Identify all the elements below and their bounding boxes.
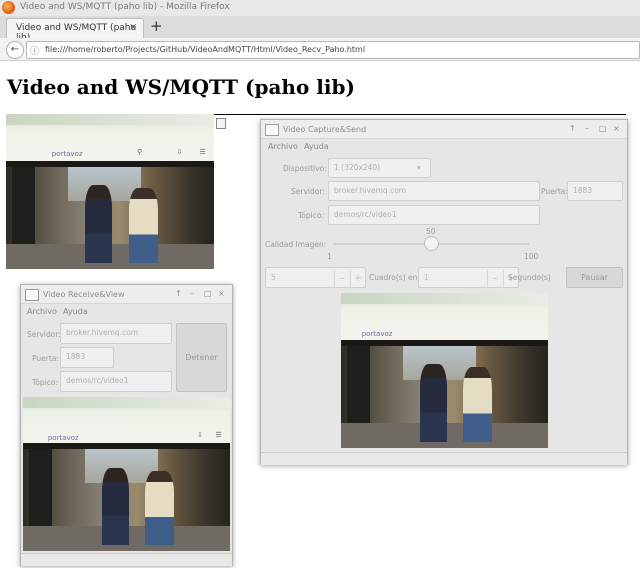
video-person-left (85, 185, 113, 263)
port-input[interactable]: 1883 (567, 181, 623, 201)
quality-min: 1 (327, 252, 332, 261)
page-video-image: portavoz ⚲ ⇩ ☰ (6, 114, 214, 269)
page-title: Video and WS/MQTT (paho lib) (7, 75, 355, 99)
video-caption: portavoz (361, 330, 393, 339)
menu-archivo[interactable]: Archivo (27, 307, 57, 316)
quality-max: 100 (524, 252, 539, 261)
video-person-right (145, 470, 175, 545)
frames-stepper[interactable]: 5 – + (265, 267, 366, 288)
url-text[interactable]: file:///home/roberto/Projects/GitHub/Vid… (45, 45, 365, 54)
menu-ayuda[interactable]: Ayuda (63, 307, 88, 316)
tab-close-icon[interactable]: × (129, 22, 137, 33)
frames-increment-button[interactable]: + (350, 270, 365, 287)
receive-status-bar (21, 553, 232, 566)
video-download-icon: ⇩ (176, 148, 183, 157)
video-browser-bar (341, 293, 548, 304)
minimize-icon[interactable]: – (585, 124, 589, 133)
server-label: Servidor: (27, 330, 61, 339)
video-browser-bar (23, 397, 230, 408)
topic-input[interactable]: demos/rc/video1 (60, 371, 172, 392)
topic-input[interactable]: demos/rc/video1 (328, 205, 540, 225)
site-info-icon[interactable]: ⓘ (30, 44, 39, 57)
maximize-icon[interactable]: □ (204, 289, 212, 298)
firefox-logo-icon (2, 1, 15, 14)
capture-status-bar (261, 452, 627, 465)
keep-above-icon[interactable]: ↑ (175, 289, 182, 298)
seconds-value: 1 (424, 273, 429, 282)
quality-slider-handle[interactable] (423, 236, 439, 251)
window-app-icon (265, 124, 279, 136)
back-button[interactable]: ← (6, 41, 24, 59)
device-select-value: 1 (320x240) (334, 163, 381, 172)
video-caption: portavoz (47, 433, 79, 442)
url-bar[interactable]: ⓘ file:///home/roberto/Projects/GitHub/V… (26, 41, 640, 59)
video-menu-icon: ☰ (199, 148, 206, 157)
capture-window-title: Video Capture&Send (283, 125, 367, 134)
frames-decrement-button[interactable]: – (334, 270, 349, 287)
window-app-icon (25, 289, 39, 301)
frames-value: 5 (271, 273, 276, 282)
server-input[interactable]: broker.hivemq.com (328, 181, 540, 201)
port-label: Puerta: (541, 187, 568, 196)
broken-image-icon (216, 118, 226, 129)
minimize-icon[interactable]: – (190, 289, 194, 298)
video-browser-bar (6, 114, 214, 125)
maximize-icon[interactable]: □ (599, 124, 607, 133)
browser-title-bar: Video and WS/MQTT (paho lib) - Mozilla F… (0, 0, 640, 16)
video-person-left (419, 364, 447, 442)
video-person-right (128, 188, 158, 263)
menu-archivo[interactable]: Archivo (268, 142, 298, 151)
port-label: Puerta: (32, 354, 59, 363)
menu-ayuda[interactable]: Ayuda (304, 142, 329, 151)
close-icon[interactable]: × (218, 289, 225, 298)
window-title: Video and WS/MQTT (paho lib) - Mozilla F… (20, 2, 230, 12)
pause-button[interactable]: Pausar (566, 267, 623, 288)
server-label: Servidor: (291, 187, 325, 196)
video-search-icon: ⚲ (137, 148, 143, 157)
video-download-icon: ⇩ (196, 430, 203, 439)
seconds-stepper[interactable]: 1 – + (418, 267, 519, 288)
stop-button[interactable]: Detener (176, 323, 227, 392)
received-video-view: portavoz ⇩ ☰ (23, 397, 230, 551)
receive-window-titlebar[interactable]: Video Receive&View ↑ – □ × (21, 285, 232, 304)
new-tab-button[interactable]: + (150, 17, 163, 35)
seconds-decrement-button[interactable]: – (487, 270, 502, 287)
receive-window-title: Video Receive&View (43, 290, 125, 299)
port-input[interactable]: 1883 (60, 347, 114, 368)
video-person-right (463, 367, 493, 442)
device-label: Dispositivo: (283, 164, 327, 173)
topic-label: Tópico: (298, 211, 324, 220)
capture-video-preview: portavoz (341, 293, 548, 448)
quality-label: Calidad Imagen: (265, 240, 327, 249)
device-select[interactable]: 1 (320x240) ▾ (328, 158, 431, 178)
video-caption: portavoz (51, 149, 83, 158)
video-person-left (101, 467, 129, 545)
receive-view-window[interactable]: Video Receive&View ↑ – □ × Archivo Ayuda… (20, 284, 233, 566)
capture-window-titlebar[interactable]: Video Capture&Send ↑ – □ × (261, 120, 627, 139)
quality-value: 50 (426, 227, 436, 236)
server-input[interactable]: broker.hivemq.com (60, 323, 172, 344)
browser-tab[interactable]: Video and WS/MQTT (paho lib) × (6, 18, 144, 43)
close-icon[interactable]: × (613, 124, 620, 133)
seconds-label: Segundo(s) (508, 273, 551, 282)
frames-label: Cuadro(s) en (369, 273, 418, 282)
video-menu-icon: ☰ (215, 430, 222, 439)
topic-label: Tópico: (32, 378, 58, 387)
chevron-down-icon: ▾ (417, 163, 421, 172)
capture-send-window[interactable]: Video Capture&Send ↑ – □ × Archivo Ayuda… (260, 119, 628, 465)
keep-above-icon[interactable]: ↑ (569, 124, 576, 133)
